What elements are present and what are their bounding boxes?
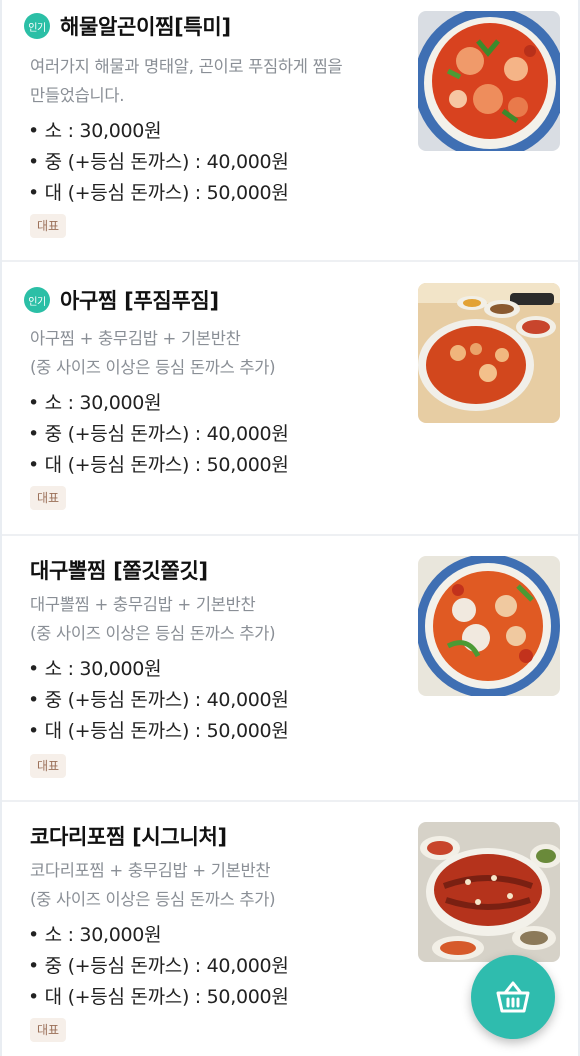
price-medium: • 중 (+등심 돈까스) : 40,000원: [28, 423, 289, 445]
representative-tag: 대표: [30, 214, 67, 238]
menu-item-description: 여러가지 해물과 명태알, 곤이로 푸짐하게 찜을 만들었습니다.: [30, 52, 402, 110]
menu-item-title-row: 코다리포찜 [시그니처]: [30, 820, 227, 852]
menu-item-agu-jjim[interactable]: 인기 아구찜 [푸짐푸짐] 아구찜 + 충무김밥 + 기본반찬 (중 사이즈 이…: [2, 262, 578, 536]
price-large: • 대 (+등심 돈까스) : 50,000원: [28, 454, 289, 476]
menu-item-description: 코다리포찜 + 충무김밥 + 기본반찬 (중 사이즈 이상은 등심 돈까스 추가…: [30, 856, 402, 914]
price-medium: • 중 (+등심 돈까스) : 40,000원: [28, 955, 289, 977]
menu-item-description: 대구뽈찜 + 충무김밥 + 기본반찬 (중 사이즈 이상은 등심 돈까스 추가): [30, 590, 402, 648]
description-line: 여러가지 해물과 명태알, 곤이로 푸짐하게 찜을: [30, 57, 343, 76]
menu-item-title: 코다리포찜 [시그니처]: [30, 825, 227, 849]
menu-item-photo[interactable]: [418, 283, 560, 423]
menu-item-photo[interactable]: [418, 11, 560, 151]
seafood-dish-image: [418, 11, 560, 151]
description-line: 아구찜 + 충무김밥 + 기본반찬: [30, 329, 241, 348]
menu-item-description: 아구찜 + 충무김밥 + 기본반찬 (중 사이즈 이상은 등심 돈까스 추가): [30, 324, 402, 382]
menu-item-prices: • 소 : 30,000원 • 중 (+등심 돈까스) : 40,000원 • …: [28, 920, 289, 1013]
menu-item-title: 대구뽈찜 [쫄깃쫄깃]: [30, 559, 208, 583]
menu-item-title: 해물알곤이찜[특미]: [60, 15, 231, 39]
description-line: 대구뽈찜 + 충무김밥 + 기본반찬: [30, 595, 256, 614]
price-small: • 소 : 30,000원: [28, 392, 162, 414]
menu-item-photo[interactable]: [418, 822, 560, 962]
menu-list: 인기 해물알곤이찜[특미] 여러가지 해물과 명태알, 곤이로 푸짐하게 찜을 …: [2, 0, 578, 1056]
monkfish-dish-image: [418, 283, 560, 423]
popular-badge-icon: 인기: [24, 13, 50, 39]
menu-item-photo[interactable]: [418, 556, 560, 696]
menu-item-prices: • 소 : 30,000원 • 중 (+등심 돈까스) : 40,000원 • …: [28, 116, 289, 209]
description-line: 만들었습니다.: [30, 86, 125, 105]
price-medium: • 중 (+등심 돈까스) : 40,000원: [28, 151, 289, 173]
price-large: • 대 (+등심 돈까스) : 50,000원: [28, 720, 289, 742]
popular-badge-icon: 인기: [24, 287, 50, 313]
menu-item-daegu-ppol-jjim[interactable]: 대구뽈찜 [쫄깃쫄깃] 대구뽈찜 + 충무김밥 + 기본반찬 (중 사이즈 이상…: [2, 536, 578, 802]
description-line: (중 사이즈 이상은 등심 돈까스 추가): [30, 624, 276, 643]
price-large: • 대 (+등심 돈까스) : 50,000원: [28, 986, 289, 1008]
menu-item-prices: • 소 : 30,000원 • 중 (+등심 돈까스) : 40,000원 • …: [28, 654, 289, 747]
price-small: • 소 : 30,000원: [28, 120, 162, 142]
description-line: (중 사이즈 이상은 등심 돈까스 추가): [30, 358, 276, 377]
representative-tag: 대표: [30, 486, 67, 510]
menu-item-title-row: 인기 아구찜 [푸짐푸짐]: [24, 284, 219, 316]
cart-button[interactable]: [471, 955, 555, 1039]
price-small: • 소 : 30,000원: [28, 924, 162, 946]
price-small: • 소 : 30,000원: [28, 658, 162, 680]
representative-tag: 대표: [30, 1018, 67, 1042]
description-line: (중 사이즈 이상은 등심 돈까스 추가): [30, 890, 276, 909]
description-line: 코다리포찜 + 충무김밥 + 기본반찬: [30, 861, 271, 880]
price-medium: • 중 (+등심 돈까스) : 40,000원: [28, 689, 289, 711]
price-large: • 대 (+등심 돈까스) : 50,000원: [28, 182, 289, 204]
menu-item-prices: • 소 : 30,000원 • 중 (+등심 돈까스) : 40,000원 • …: [28, 388, 289, 481]
cod-cheek-dish-image: [418, 556, 560, 696]
menu-item-title: 아구찜 [푸짐푸짐]: [60, 289, 219, 313]
menu-item-haemul-algoni-jjim[interactable]: 인기 해물알곤이찜[특미] 여러가지 해물과 명태알, 곤이로 푸짐하게 찜을 …: [2, 0, 578, 262]
representative-tag: 대표: [30, 754, 67, 778]
pollock-dish-image: [418, 822, 560, 962]
basket-icon: [496, 981, 530, 1013]
menu-item-title-row: 인기 해물알곤이찜[특미]: [24, 10, 231, 42]
menu-item-title-row: 대구뽈찜 [쫄깃쫄깃]: [30, 554, 208, 586]
